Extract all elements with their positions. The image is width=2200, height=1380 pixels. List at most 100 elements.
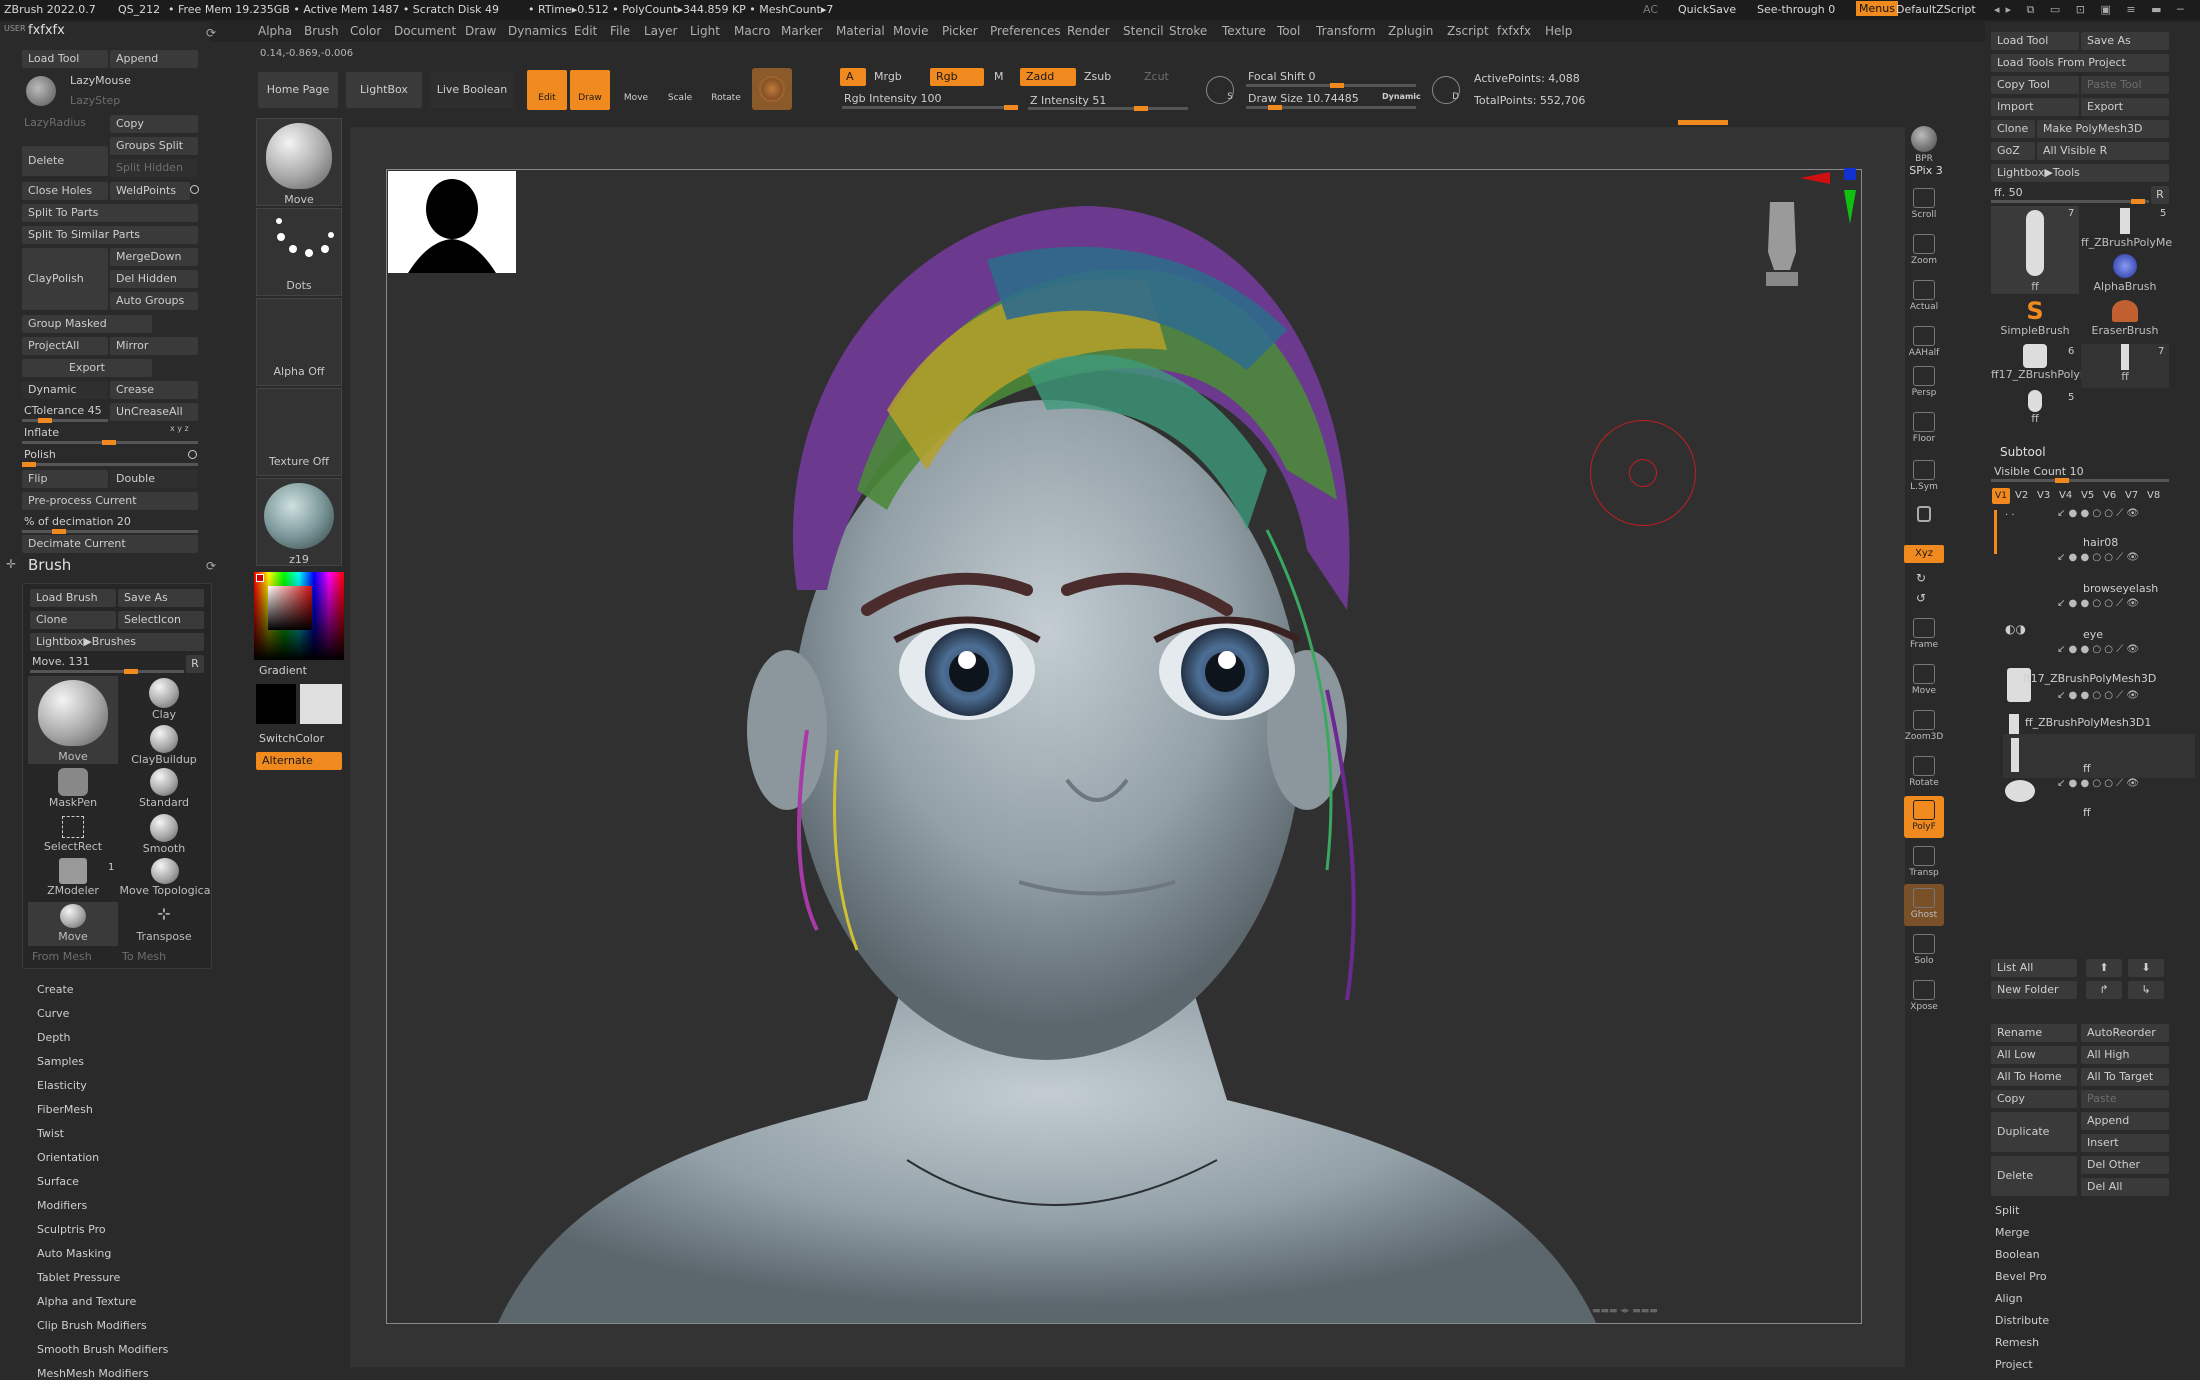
split-to-parts-button[interactable]: Split To Parts: [22, 204, 198, 222]
solo-button[interactable]: Solo: [1904, 930, 1944, 972]
z-intensity-track[interactable]: [1028, 106, 1188, 111]
aahalf-button[interactable]: AAHalf: [1904, 322, 1944, 364]
quicksave-button[interactable]: QuickSave: [1678, 3, 1736, 16]
load-tool-button[interactable]: Load Tool: [22, 50, 108, 68]
export-tool-button[interactable]: Export: [2081, 98, 2169, 116]
from-mesh-button[interactable]: From Mesh: [32, 950, 92, 963]
menu-item[interactable]: Layer: [644, 24, 677, 38]
subtool-section-project[interactable]: Project: [1995, 1358, 2033, 1371]
menu-item[interactable]: File: [610, 24, 630, 38]
move-subtool-down-icon[interactable]: ⬇: [2128, 959, 2164, 977]
tool-reset-button[interactable]: R: [2151, 186, 2169, 204]
focal-shift-icon[interactable]: S: [1206, 76, 1234, 104]
groups-split-button[interactable]: Groups Split: [110, 137, 198, 155]
frame-button[interactable]: Frame: [1904, 614, 1944, 656]
subtool-row-selected[interactable]: ff: [2003, 734, 2195, 778]
ghost-button[interactable]: Ghost: [1904, 884, 1944, 926]
floor-button[interactable]: Floor: [1904, 408, 1944, 450]
brush-section-tablet-pressure[interactable]: Tablet Pressure: [37, 1271, 120, 1284]
inflate-thumb[interactable]: [102, 440, 116, 445]
menu-item[interactable]: Draw: [465, 24, 496, 38]
subtool-toggles[interactable]: ↙ ● ● ○ ○ ⟋ 👁: [2057, 552, 2139, 563]
texture-swatch[interactable]: Texture Off: [256, 388, 342, 476]
pre-process-current-button[interactable]: Pre-process Current: [22, 492, 198, 510]
subtool-toggles[interactable]: ↙ ● ● ○ ○ ⟋ 👁: [2057, 644, 2139, 655]
weldpoints-option-icon[interactable]: [190, 185, 199, 194]
scroll-button[interactable]: Scroll: [1904, 184, 1944, 226]
menu-item[interactable]: Picker: [942, 24, 978, 38]
brush-smooth-tile[interactable]: Smooth: [122, 814, 206, 858]
append-button[interactable]: Append: [110, 50, 198, 68]
delete-subtool-button[interactable]: Delete: [1991, 1156, 2077, 1196]
decimation-thumb[interactable]: [52, 529, 66, 534]
view-v7[interactable]: V7: [2125, 490, 2138, 501]
split-hidden-button[interactable]: Split Hidden: [110, 159, 198, 177]
brush-palette-drag-icon[interactable]: ✛: [6, 557, 16, 571]
menu-item[interactable]: Stroke: [1169, 24, 1207, 38]
rgb-button[interactable]: Rgb: [930, 68, 984, 86]
brush-section-alpha-texture[interactable]: Alpha and Texture: [37, 1295, 136, 1308]
zsub-button[interactable]: Zsub: [1084, 70, 1111, 83]
menu-item[interactable]: Light: [690, 24, 720, 38]
polish-thumb[interactable]: [22, 462, 36, 467]
actual-button[interactable]: Actual: [1904, 276, 1944, 318]
m-button[interactable]: M: [994, 70, 1004, 83]
rgb-intensity-track[interactable]: [842, 105, 1018, 110]
zoom-button[interactable]: Zoom: [1904, 230, 1944, 272]
mergedown-button[interactable]: MergeDown: [110, 248, 198, 266]
brush-zmodeler-tile[interactable]: ZModeler: [28, 858, 118, 902]
alternate-button[interactable]: Alternate: [256, 752, 342, 770]
view-v2[interactable]: V2: [2015, 490, 2028, 501]
save-brush-button[interactable]: Save As: [118, 589, 204, 607]
menu-item[interactable]: Macro: [734, 24, 770, 38]
to-mesh-button[interactable]: To Mesh: [122, 950, 166, 963]
weldpoints-button[interactable]: WeldPoints: [110, 182, 190, 200]
subtool-row[interactable]: ◐◑ eye ↙ ● ● ○ ○ ⟋ 👁: [2003, 622, 2195, 666]
color-picker-marker[interactable]: [256, 574, 264, 582]
gradient-label[interactable]: Gradient: [259, 664, 307, 677]
home-page-button[interactable]: Home Page: [258, 72, 338, 108]
zadd-button[interactable]: Zadd: [1020, 68, 1076, 86]
focal-shift-track[interactable]: [1246, 83, 1416, 88]
all-high-button[interactable]: All High: [2081, 1046, 2169, 1064]
view-v5[interactable]: V5: [2081, 490, 2094, 501]
subtool-row[interactable]: hair08 ↙ ● ● ○ ○ ⟋ 👁: [2003, 530, 2195, 574]
visible-count-track[interactable]: [1991, 478, 2169, 483]
double-button[interactable]: Double: [110, 470, 198, 488]
zcut-button[interactable]: Zcut: [1144, 70, 1169, 83]
menu-item[interactable]: Tool: [1277, 24, 1300, 38]
subtool-toggles[interactable]: ↙ ● ● ○ ○ ⟋ 👁: [2057, 778, 2139, 789]
lazymouse-toggle[interactable]: LazyMouse: [70, 74, 131, 87]
xyz-symmetry-button[interactable]: Xyz: [1904, 545, 1944, 563]
menu-item[interactable]: Transform: [1316, 24, 1376, 38]
draw-size-track[interactable]: [1246, 105, 1416, 110]
subtool-row[interactable]: ff17_ZBrushPolyMesh3D ↙ ● ● ○ ○ ⟋ 👁: [2003, 668, 2195, 712]
paste-tool-button[interactable]: Paste Tool: [2081, 76, 2169, 94]
see-through-slider[interactable]: See-through 0: [1757, 3, 1835, 16]
brush-maskpen-tile[interactable]: MaskPen: [28, 768, 118, 812]
transp-button[interactable]: Transp: [1904, 842, 1944, 884]
brush-standard-tile[interactable]: Standard: [122, 768, 206, 812]
brush-section-surface[interactable]: Surface: [37, 1175, 79, 1188]
lazystep-slider[interactable]: LazyStep: [70, 94, 120, 107]
menu-item[interactable]: Render: [1067, 24, 1110, 38]
subtool-toggles[interactable]: ↙ ● ● ○ ○ ⟋ 👁: [2057, 690, 2139, 701]
tool-tile-simplebrush[interactable]: S SimpleBrush: [1991, 298, 2079, 342]
sculpt-canvas[interactable]: [386, 169, 1862, 1324]
subtool-toggles[interactable]: ↙ ● ● ○ ○ ⟋ 👁: [2057, 508, 2139, 519]
edit-mode-button[interactable]: Edit: [527, 70, 567, 110]
del-other-button[interactable]: Del Other: [2081, 1156, 2169, 1174]
spix-setting[interactable]: SPix 3: [1904, 164, 1948, 177]
brush-section-modifiers[interactable]: Modifiers: [37, 1199, 87, 1212]
menu-item[interactable]: Alpha: [258, 24, 292, 38]
material-swatch[interactable]: z19: [256, 478, 342, 566]
view-v8[interactable]: V8: [2147, 490, 2160, 501]
view-v6[interactable]: V6: [2103, 490, 2116, 501]
lightbox-tools-button[interactable]: Lightbox▶Tools: [1991, 164, 2169, 182]
menu-item[interactable]: Document: [394, 24, 456, 38]
copy-button[interactable]: Copy: [110, 115, 198, 133]
brush-section-depth[interactable]: Depth: [37, 1031, 71, 1044]
flip-button[interactable]: Flip: [22, 470, 108, 488]
brush-section-create[interactable]: Create: [37, 983, 74, 996]
export-button[interactable]: Export: [22, 359, 152, 377]
